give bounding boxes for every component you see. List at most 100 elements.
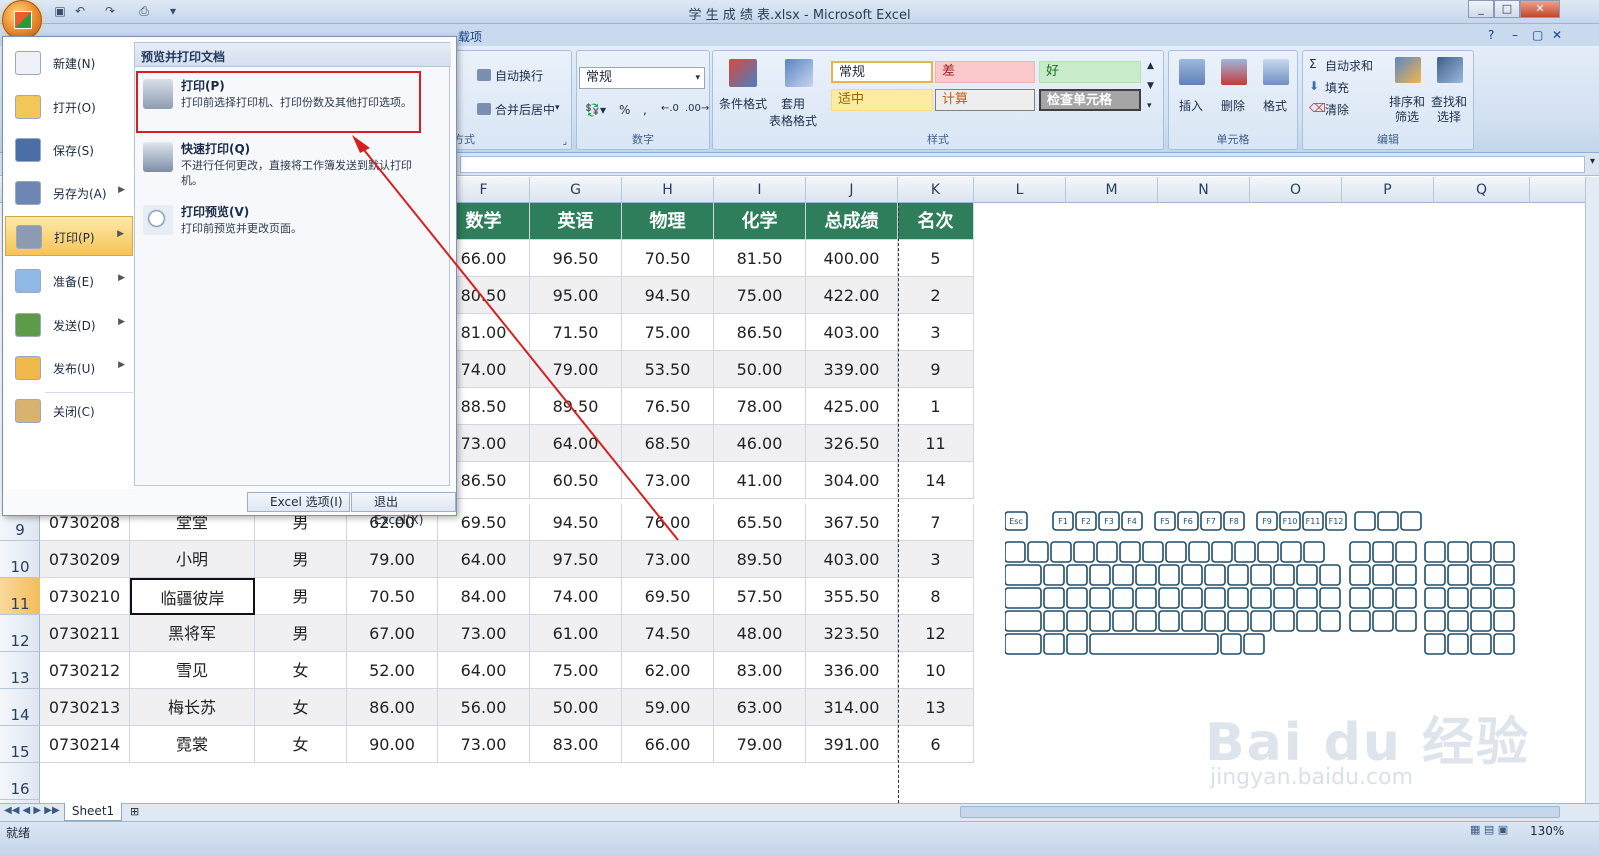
table-header-cell[interactable]: 化学 bbox=[714, 203, 806, 240]
ribbon-restore-icon[interactable]: ▢ bbox=[1532, 28, 1543, 42]
table-cell[interactable]: 70.50 bbox=[347, 578, 438, 615]
table-header-cell[interactable]: 总成绩 bbox=[806, 203, 898, 240]
table-cell[interactable]: 83.00 bbox=[714, 652, 806, 689]
table-cell[interactable]: 11 bbox=[898, 425, 974, 462]
row-header[interactable]: 15 bbox=[0, 726, 40, 763]
table-cell[interactable]: 小明 bbox=[130, 541, 255, 578]
table-cell[interactable]: 69.50 bbox=[622, 578, 714, 615]
style-good[interactable]: 好 bbox=[1039, 61, 1141, 83]
table-cell[interactable]: 81.50 bbox=[714, 240, 806, 277]
formula-input[interactable] bbox=[460, 156, 1585, 173]
number-format-select[interactable]: 常规 ▾ bbox=[579, 67, 705, 89]
table-cell[interactable]: 326.50 bbox=[806, 425, 898, 462]
dialog-launcher-icon[interactable]: ⌟ bbox=[563, 137, 567, 147]
column-header[interactable]: N bbox=[1158, 177, 1250, 203]
table-cell[interactable]: 52.00 bbox=[347, 652, 438, 689]
table-header-cell[interactable]: 物理 bbox=[622, 203, 714, 240]
table-cell[interactable]: 314.00 bbox=[806, 689, 898, 726]
column-header[interactable]: Q bbox=[1434, 177, 1530, 203]
styles-more-icon[interactable]: ▾ bbox=[1147, 101, 1152, 111]
style-normal[interactable]: 常规 bbox=[831, 61, 933, 83]
find-select-button[interactable]: 查找和 选择 bbox=[1431, 95, 1467, 125]
table-cell[interactable]: 女 bbox=[255, 726, 347, 763]
table-cell[interactable]: 64.00 bbox=[530, 425, 622, 462]
table-cell[interactable]: 女 bbox=[255, 652, 347, 689]
style-neutral[interactable]: 适中 bbox=[831, 89, 933, 111]
table-cell[interactable]: 8 bbox=[898, 578, 974, 615]
quick-print-option[interactable]: 快速打印(Q) 不进行任何更改，直接将工作簿发送到默认打印机。 bbox=[139, 140, 445, 194]
styles-scroll-down-icon[interactable]: ▼ bbox=[1147, 81, 1154, 91]
table-cell[interactable]: 50.00 bbox=[714, 351, 806, 388]
row-header[interactable]: 13 bbox=[0, 652, 40, 689]
table-cell[interactable]: 梅长苏 bbox=[130, 689, 255, 726]
row-header[interactable]: 12 bbox=[0, 615, 40, 652]
table-header-cell[interactable]: 名次 bbox=[898, 203, 974, 240]
column-header[interactable]: I bbox=[714, 177, 806, 203]
column-header[interactable]: P bbox=[1342, 177, 1434, 203]
merge-center-button[interactable]: 合并后居中 bbox=[495, 101, 555, 118]
table-cell[interactable]: 403.00 bbox=[806, 541, 898, 578]
row-header-selected[interactable]: 11 bbox=[0, 578, 40, 615]
table-cell[interactable]: 422.00 bbox=[806, 277, 898, 314]
table-cell[interactable]: 90.00 bbox=[347, 726, 438, 763]
table-cell[interactable]: 53.50 bbox=[622, 351, 714, 388]
table-cell[interactable]: 94.50 bbox=[622, 277, 714, 314]
view-buttons-icon[interactable]: ▦ ▤ ▣ bbox=[1470, 823, 1508, 836]
table-cell[interactable]: 67.00 bbox=[347, 615, 438, 652]
table-cell[interactable]: 79.00 bbox=[530, 351, 622, 388]
table-cell[interactable]: 89.50 bbox=[530, 388, 622, 425]
ribbon-close-icon[interactable]: ✕ bbox=[1552, 28, 1562, 42]
table-cell[interactable]: 95.00 bbox=[530, 277, 622, 314]
column-header[interactable]: L bbox=[974, 177, 1066, 203]
sheet-nav-arrows-icon[interactable]: ◀◀ ◀ ▶ ▶▶ bbox=[4, 805, 60, 816]
ribbon-minimize-icon[interactable]: – bbox=[1512, 28, 1518, 42]
table-cell[interactable]: 339.00 bbox=[806, 351, 898, 388]
sort-filter-button[interactable]: 排序和 筛选 bbox=[1389, 95, 1425, 125]
wrap-text-button[interactable]: 自动换行 bbox=[495, 67, 543, 84]
column-header[interactable]: M bbox=[1066, 177, 1158, 203]
table-cell[interactable]: 61.00 bbox=[530, 615, 622, 652]
table-cell[interactable]: 60.50 bbox=[530, 462, 622, 499]
table-cell[interactable]: 71.50 bbox=[530, 314, 622, 351]
menu-item[interactable]: 关闭(C) bbox=[5, 391, 133, 431]
table-cell[interactable]: 75.00 bbox=[530, 652, 622, 689]
table-cell[interactable]: 66.00 bbox=[622, 726, 714, 763]
menu-item[interactable]: 打印(P) ▶ bbox=[5, 216, 133, 256]
table-cell[interactable]: 男 bbox=[255, 615, 347, 652]
insert-sheet-icon[interactable]: ⊞ bbox=[130, 805, 139, 818]
style-calculation[interactable]: 计算 bbox=[935, 89, 1035, 111]
table-cell[interactable]: 黑将军 bbox=[130, 615, 255, 652]
table-cell[interactable]: 霓裳 bbox=[130, 726, 255, 763]
comma-button[interactable]: , bbox=[643, 103, 647, 117]
table-cell[interactable]: 0730212 bbox=[40, 652, 130, 689]
table-cell[interactable]: 75.00 bbox=[714, 277, 806, 314]
table-cell[interactable]: 96.50 bbox=[530, 240, 622, 277]
office-button[interactable] bbox=[2, 0, 42, 40]
excel-options-button[interactable]: Excel 选项(I) bbox=[247, 492, 350, 512]
menu-item[interactable]: 打开(O) bbox=[5, 87, 133, 127]
table-cell[interactable]: 50.00 bbox=[530, 689, 622, 726]
table-cell[interactable]: 323.50 bbox=[806, 615, 898, 652]
table-cell[interactable]: 76.50 bbox=[622, 388, 714, 425]
table-cell[interactable]: 14 bbox=[898, 462, 974, 499]
table-cell[interactable]: 304.00 bbox=[806, 462, 898, 499]
maximize-button[interactable]: □ bbox=[1494, 0, 1520, 18]
table-cell[interactable]: 73.00 bbox=[622, 462, 714, 499]
table-cell[interactable]: 0730211 bbox=[40, 615, 130, 652]
table-cell[interactable]: 73.00 bbox=[438, 615, 530, 652]
table-cell[interactable]: 女 bbox=[255, 689, 347, 726]
table-cell[interactable]: 64.00 bbox=[438, 541, 530, 578]
table-cell[interactable]: 86.00 bbox=[347, 689, 438, 726]
style-check-cell[interactable]: 检查单元格 bbox=[1039, 89, 1141, 111]
table-cell[interactable]: 89.50 bbox=[714, 541, 806, 578]
table-cell[interactable]: 7 bbox=[898, 504, 974, 541]
table-cell[interactable]: 403.00 bbox=[806, 314, 898, 351]
table-cell[interactable]: 0730214 bbox=[40, 726, 130, 763]
table-cell[interactable]: 78.00 bbox=[714, 388, 806, 425]
menu-item[interactable]: 新建(N) bbox=[5, 43, 133, 83]
close-button[interactable]: ✕ bbox=[1520, 0, 1560, 18]
row-header[interactable]: 14 bbox=[0, 689, 40, 726]
table-cell[interactable]: 73.00 bbox=[438, 726, 530, 763]
table-cell[interactable]: 0730213 bbox=[40, 689, 130, 726]
menu-item[interactable]: 另存为(A) ▶ bbox=[5, 173, 133, 213]
